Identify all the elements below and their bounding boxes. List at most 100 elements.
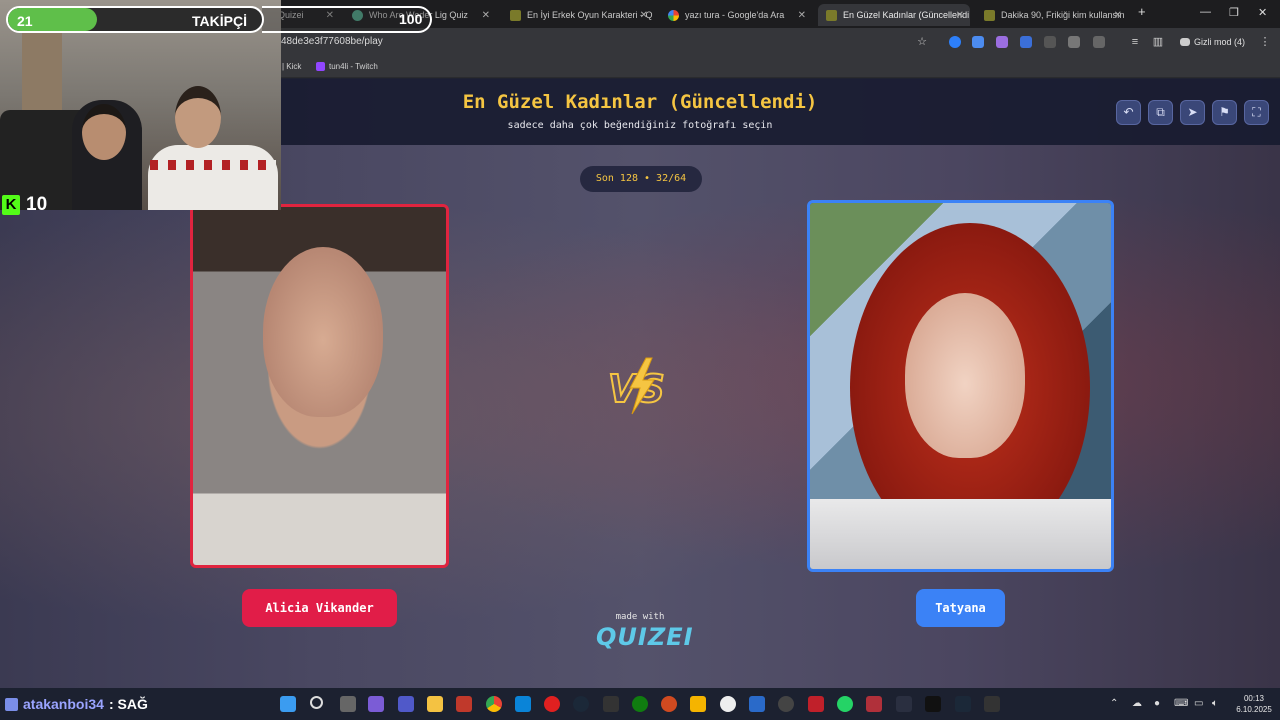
new-tab-button[interactable]: + — [1138, 4, 1146, 19]
bookmark-twitch[interactable]: tun4li - Twitch — [316, 62, 378, 71]
left-portrait-image[interactable] — [193, 207, 446, 565]
windows-taskbar: atakanboi34 : SAĞ ⌃ ☁ ● ⌨ ▭ 🔈︎ 00:13 6.1… — [0, 688, 1280, 720]
send-button[interactable]: ➤ — [1180, 100, 1205, 125]
file-explorer-icon[interactable] — [427, 696, 443, 712]
store-icon[interactable] — [749, 696, 765, 712]
close-icon[interactable]: ✕ — [482, 10, 490, 21]
quizei-logo[interactable]: QUIZEI — [596, 623, 693, 651]
extension-icon[interactable] — [1068, 36, 1080, 48]
epic-games-icon[interactable] — [984, 696, 1000, 712]
microphone-icon[interactable]: ● — [1154, 698, 1160, 709]
tab-en-guzel-kadinlar[interactable]: En Güzel Kadınlar (Güncellendi ✕ — [818, 4, 970, 26]
restore-icon[interactable]: ❐ — [1229, 6, 1239, 19]
app-icon[interactable] — [808, 696, 824, 712]
chat-overlay: atakanboi34 : SAĞ — [5, 696, 148, 712]
translate-icon[interactable] — [1020, 36, 1032, 48]
close-icon[interactable]: ✕ — [1114, 10, 1122, 21]
share-link-button[interactable]: ⧉ — [1148, 100, 1173, 125]
tab-google-search[interactable]: yazı tura - Google'da Ara ✕ — [660, 4, 812, 26]
search-icon[interactable] — [310, 696, 323, 709]
onedrive-icon[interactable]: ☁ — [1132, 698, 1142, 709]
clock-time: 00:13 — [1243, 694, 1265, 703]
app-icon[interactable] — [896, 696, 912, 712]
chrome-icon[interactable] — [486, 696, 502, 712]
puzzle-icon[interactable] — [1093, 36, 1105, 48]
steam-icon[interactable] — [955, 696, 971, 712]
clock-date: 6.10.2025 — [1236, 705, 1272, 714]
tab-label: En Güzel Kadınlar (Güncellendi — [843, 10, 970, 20]
follower-goal-value: 100 — [399, 11, 423, 27]
kick-logo-icon: K — [2, 195, 20, 215]
media-icon[interactable]: ≡ — [1128, 35, 1142, 49]
tray-chevron-icon[interactable]: ⌃ — [1110, 698, 1118, 709]
extension-icon[interactable] — [996, 36, 1008, 48]
network-icon[interactable]: ▭ — [1194, 698, 1203, 709]
right-portrait-shirt — [810, 499, 1111, 569]
tab-label: Dakika 90, Frikiği kim kullansın — [1001, 10, 1125, 20]
minimize-icon[interactable]: — — [1200, 6, 1211, 18]
google-favicon-icon — [668, 9, 679, 21]
report-flag-button[interactable]: ⚑ — [1212, 100, 1237, 125]
volume-icon[interactable]: 🔈︎ — [1212, 698, 1218, 709]
extension-icon[interactable] — [949, 36, 961, 48]
bookmark-label: tun4li - Twitch — [329, 62, 378, 71]
close-window-icon[interactable]: ✕ — [1258, 6, 1267, 19]
chat-username: atakanboi34 — [23, 696, 104, 712]
system-clock[interactable]: 00:13 6.10.2025 — [1232, 693, 1276, 715]
vs-lightning-icon: VS — [607, 357, 666, 415]
left-choice-card[interactable] — [190, 204, 449, 568]
fullscreen-button[interactable]: ⛶ — [1244, 100, 1269, 125]
app-icon[interactable] — [456, 696, 472, 712]
incognito-indicator[interactable]: Gizli mod (4) — [1180, 37, 1245, 47]
app-icon[interactable] — [866, 696, 882, 712]
copilot-icon[interactable] — [368, 696, 384, 712]
steam-icon[interactable] — [573, 696, 589, 712]
twitch-icon — [316, 62, 325, 71]
right-choice-card[interactable] — [807, 200, 1114, 572]
left-choice-button[interactable]: Alicia Vikander — [242, 589, 397, 627]
tab-label: yazı tura - Google'da Ara — [685, 10, 785, 20]
chat-message: : SAĞ — [108, 696, 148, 712]
site-favicon-icon — [826, 9, 837, 21]
incognito-label: Gizli mod (4) — [1194, 37, 1246, 47]
close-icon[interactable]: ✕ — [640, 10, 648, 21]
site-favicon-icon — [984, 9, 995, 21]
right-choice-button[interactable]: Tatyana — [916, 589, 1005, 627]
extension-icon[interactable] — [972, 36, 984, 48]
sidebar-icon[interactable]: ▥ — [1151, 35, 1165, 49]
bookmark-kick[interactable]: | Kick — [282, 62, 301, 71]
chat-badge-icon — [5, 697, 18, 711]
bookmark-label: | Kick — [282, 62, 302, 71]
task-view-icon[interactable] — [340, 696, 356, 712]
follower-count: 21 — [17, 13, 33, 29]
xbox-icon[interactable] — [632, 696, 648, 712]
menu-icon[interactable]: ⋮ — [1258, 35, 1272, 49]
outlook-icon[interactable] — [515, 696, 531, 712]
start-icon[interactable] — [280, 696, 296, 712]
kick-viewer-counter: K 10 — [2, 194, 47, 216]
youtube-icon[interactable] — [544, 696, 560, 712]
language-icon[interactable]: ⌨ — [1174, 698, 1188, 709]
undo-button[interactable]: ↶ — [1116, 100, 1141, 125]
app-icon[interactable] — [778, 696, 794, 712]
follower-goal-bar: 21 TAKİPÇİ — [6, 6, 264, 33]
rockstar-icon[interactable] — [690, 696, 706, 712]
epic-games-icon[interactable] — [603, 696, 619, 712]
close-icon[interactable]: ✕ — [798, 10, 806, 21]
made-with-label: made with — [615, 612, 665, 622]
tab-dakika-90[interactable]: Dakika 90, Frikiği kim kullansın ✕ — [976, 4, 1128, 26]
close-icon[interactable]: ✕ — [956, 10, 964, 21]
webcam-person-right-head — [175, 86, 221, 148]
kick-viewer-count: 10 — [26, 194, 48, 215]
bookmark-star-icon[interactable]: ☆ — [915, 35, 929, 49]
webcam-person-right — [148, 145, 278, 210]
round-indicator: Son 128 • 32/64 — [580, 166, 702, 192]
app-icon[interactable] — [925, 696, 941, 712]
teams-icon[interactable] — [398, 696, 414, 712]
app-icon[interactable] — [661, 696, 677, 712]
tab-erkek-oyun[interactable]: En İyi Erkek Oyun Karakteri - Q ✕ — [502, 4, 654, 26]
url-field[interactable]: 48de3e3f77608be/play — [281, 36, 383, 47]
extension-icon[interactable] — [1044, 36, 1056, 48]
app-icon[interactable] — [720, 696, 736, 712]
whatsapp-icon[interactable] — [837, 696, 853, 712]
